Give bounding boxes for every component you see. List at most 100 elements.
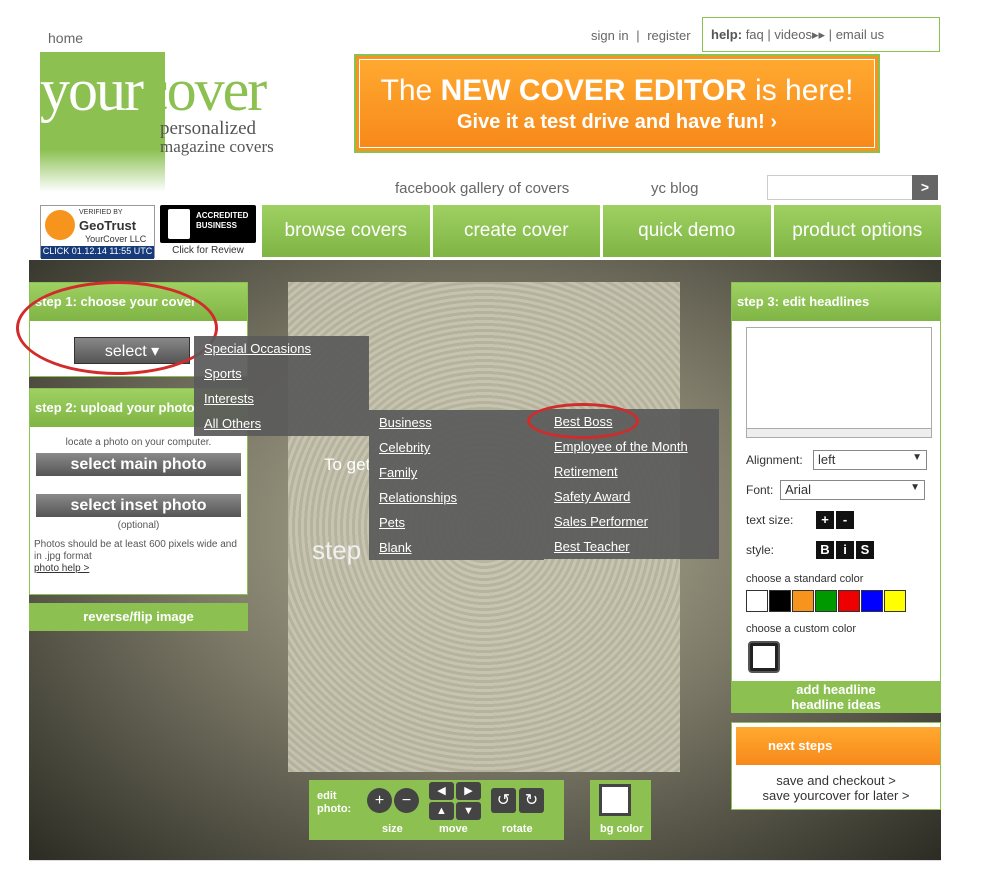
alignment-label: Alignment: — [746, 453, 803, 467]
email-us-link[interactable]: email us — [836, 27, 884, 42]
banner-subline: Give it a test drive and have fun! › — [456, 111, 778, 133]
step3-panel: step 3: edit headlines Alignment: left ▼ … — [731, 282, 941, 713]
menu-item-celebrity[interactable]: Celebrity — [369, 435, 544, 460]
photo-requirements: Photos should be at least 600 pixels wid… — [34, 539, 237, 562]
menu-item-retirement[interactable]: Retirement — [544, 459, 719, 484]
text-size-decrease[interactable]: - — [836, 511, 854, 529]
nav-product-options[interactable]: product options — [773, 205, 941, 257]
logo[interactable]: yourcover — [40, 56, 267, 125]
nav-quick-demo[interactable]: quick demo — [603, 205, 774, 257]
menu-item-pets[interactable]: Pets — [369, 510, 544, 535]
banner-headline: The NEW COVER EDITOR is here! — [380, 74, 854, 107]
rotate-left-icon[interactable]: ↺ — [491, 788, 516, 813]
separator: | — [767, 27, 771, 42]
text-size-increase[interactable]: + — [816, 511, 834, 529]
bold-button[interactable]: B — [816, 541, 834, 559]
menu-item-relationships[interactable]: Relationships — [369, 485, 544, 510]
bg-color-label: bg color — [600, 823, 644, 835]
move-down-icon[interactable]: ▼ — [456, 802, 481, 820]
yc-blog-link[interactable]: yc blog — [651, 180, 699, 197]
move-left-icon[interactable]: ◀ — [429, 782, 454, 800]
menu-item-sales-performer[interactable]: Sales Performer — [544, 509, 719, 534]
facebook-gallery-link[interactable]: facebook gallery of covers — [395, 180, 569, 197]
alignment-select[interactable]: left ▼ — [813, 450, 927, 470]
color-swatch[interactable] — [838, 590, 860, 612]
tagline-line1: personalized — [160, 118, 257, 139]
custom-color-picker[interactable] — [748, 641, 780, 673]
save-later-link[interactable]: save yourcover for later > — [732, 788, 940, 803]
zoom-in-icon[interactable]: + — [367, 788, 392, 813]
reverse-flip-button[interactable]: reverse/flip image — [29, 603, 248, 631]
strike-button[interactable]: S — [856, 541, 874, 559]
home-link[interactable]: home — [48, 30, 83, 46]
color-swatch[interactable] — [815, 590, 837, 612]
tagline: personalized magazine covers — [160, 118, 274, 156]
menu-item-special-occasions[interactable]: Special Occasions — [194, 336, 369, 361]
edit-photo-toolbar: edit photo: + − size ◀ ▶ ▲ ▼ move ↺ ↻ ro… — [309, 780, 564, 840]
tagline-line2: magazine covers — [160, 137, 274, 156]
select-inset-photo-button[interactable]: select inset photo — [36, 494, 241, 517]
highlight-ring — [527, 403, 639, 439]
color-swatch[interactable] — [746, 590, 768, 612]
headline-textarea[interactable] — [746, 327, 932, 432]
videos-link[interactable]: videos — [774, 27, 812, 42]
step3-title: step 3: edit headlines — [732, 283, 940, 321]
photo-help-link[interactable]: photo help > — [34, 563, 243, 574]
headline-ideas-button[interactable]: headline ideas — [732, 697, 940, 712]
menu-item-safety-award[interactable]: Safety Award — [544, 484, 719, 509]
account-links: sign in | register — [589, 28, 693, 43]
color-swatch[interactable] — [861, 590, 883, 612]
faq-link[interactable]: faq — [746, 27, 764, 42]
move-label: move — [439, 823, 468, 835]
menu-item-family[interactable]: Family — [369, 460, 544, 485]
move-right-icon[interactable]: ▶ — [456, 782, 481, 800]
add-headline-button[interactable]: add headline — [732, 682, 940, 697]
select-main-photo-button[interactable]: select main photo — [36, 453, 241, 476]
logo-cover: cover — [141, 57, 267, 123]
promo-banner[interactable]: The NEW COVER EDITOR is here! Give it a … — [354, 54, 880, 153]
rotate-right-icon[interactable]: ↻ — [519, 788, 544, 813]
next-steps-title: next steps — [736, 727, 940, 765]
bbb-logo-icon — [168, 209, 190, 239]
standard-color-label: choose a standard color — [746, 573, 864, 585]
color-swatches — [746, 590, 907, 617]
zoom-out-icon[interactable]: − — [394, 788, 419, 813]
textarea-resize-handle[interactable] — [746, 428, 932, 438]
canvas-instruction: To get — [324, 455, 371, 474]
canvas-step-text: step — [312, 535, 362, 565]
style-label: style: — [746, 543, 775, 557]
color-swatch[interactable] — [769, 590, 791, 612]
menu-item-sports[interactable]: Sports — [194, 361, 369, 386]
main-nav: browse covers create cover quick demo pr… — [262, 205, 941, 257]
rotate-label: rotate — [502, 823, 533, 835]
text-size-label: text size: — [746, 513, 794, 527]
geotrust-badge[interactable]: VERIFIED BY GeoTrust YourCover LLC CLICK… — [40, 205, 155, 259]
separator: | — [828, 27, 833, 42]
save-checkout-link[interactable]: save and checkout > — [732, 773, 940, 788]
register-link[interactable]: register — [647, 28, 690, 43]
menu-item-interests[interactable]: Interests — [194, 386, 369, 411]
italic-button[interactable]: i — [836, 541, 854, 559]
color-swatch[interactable] — [792, 590, 814, 612]
chevron-down-icon: ▼ — [912, 452, 922, 463]
move-up-icon[interactable]: ▲ — [429, 802, 454, 820]
search-button[interactable]: > — [912, 175, 938, 200]
headline-actions: add headline headline ideas — [732, 681, 940, 713]
nav-create-cover[interactable]: create cover — [432, 205, 603, 257]
help-label: help: — [711, 27, 743, 42]
separator: | — [636, 28, 640, 43]
bbb-badge[interactable]: ACCREDITED BUSINESS Click for Review — [160, 205, 256, 258]
menu-item-all-others[interactable]: All Others — [194, 411, 369, 436]
bg-color-button[interactable] — [599, 784, 631, 816]
style-controls: BiS — [816, 541, 876, 559]
highlight-ring — [16, 281, 218, 375]
sign-in-link[interactable]: sign in — [591, 28, 629, 43]
menu-item-blank[interactable]: Blank — [369, 535, 544, 560]
color-swatch[interactable] — [884, 590, 906, 612]
menu-item-business[interactable]: Business — [369, 410, 544, 435]
menu-item-best-teacher[interactable]: Best Teacher — [544, 534, 719, 559]
font-select[interactable]: Arial ▼ — [780, 480, 925, 500]
nav-browse-covers[interactable]: browse covers — [262, 205, 433, 257]
chevron-down-icon: ▼ — [910, 482, 920, 493]
footer-divider — [29, 860, 941, 861]
